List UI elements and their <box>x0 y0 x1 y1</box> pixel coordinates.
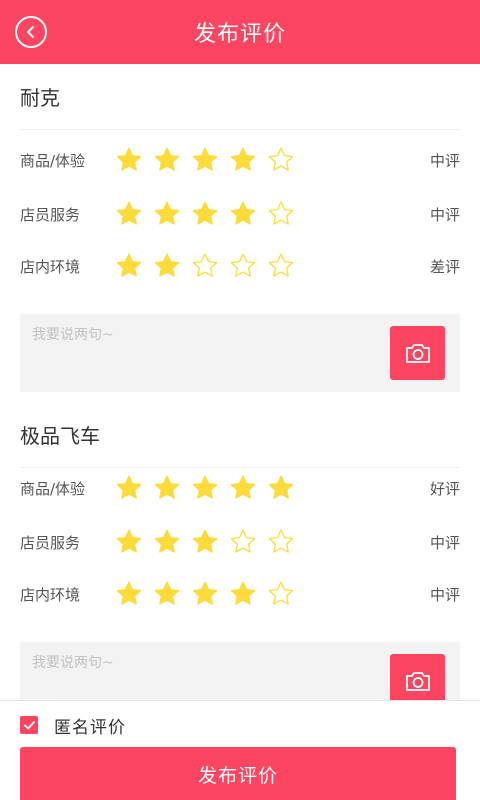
rating-label: 店员服务 <box>20 205 81 224</box>
anonymous-toggle[interactable]: 匿名评价 <box>20 711 126 739</box>
star-filled-icon[interactable] <box>148 527 186 557</box>
add-photo-button[interactable] <box>390 654 445 700</box>
star-outline-icon[interactable] <box>262 251 300 281</box>
star-rating <box>110 579 400 609</box>
rating-row: 店内环境 中评 <box>20 568 460 620</box>
rating-verdict: 中评 <box>429 205 460 224</box>
star-rating <box>110 199 400 229</box>
star-filled-icon[interactable] <box>224 579 262 609</box>
comment-input[interactable] <box>20 642 380 700</box>
rating-label: 店员服务 <box>20 533 81 552</box>
star-filled-icon[interactable] <box>186 527 224 557</box>
star-filled-icon[interactable] <box>186 579 224 609</box>
comment-box <box>20 314 460 392</box>
rating-row: 店员服务 中评 <box>20 188 460 240</box>
anonymous-checkbox[interactable] <box>20 716 38 734</box>
rating-row: 店内环境 差评 <box>20 240 460 292</box>
rating-verdict: 中评 <box>429 151 460 170</box>
page-title: 发布评价 <box>193 22 286 47</box>
shop-name: 极品飞车 <box>20 402 460 468</box>
star-filled-icon[interactable] <box>224 145 262 175</box>
star-outline-icon[interactable] <box>262 145 300 175</box>
camera-icon <box>405 672 430 691</box>
star-filled-icon[interactable] <box>148 199 186 229</box>
review-list: 耐克 商品/体验 中评 店员服务 中评 店内环境 差评 极品飞车 商品/体验 <box>0 64 480 700</box>
shop-name: 耐克 <box>20 64 460 130</box>
footer-bar: 匿名评价 发布评价 <box>0 700 480 800</box>
anonymous-label: 匿名评价 <box>54 717 126 738</box>
comment-input[interactable] <box>20 314 380 392</box>
star-filled-icon[interactable] <box>224 199 262 229</box>
star-outline-icon[interactable] <box>186 251 224 281</box>
rating-row: 店员服务 中评 <box>20 516 460 568</box>
star-outline-icon[interactable] <box>224 527 262 557</box>
add-photo-button[interactable] <box>390 326 445 380</box>
star-filled-icon[interactable] <box>186 199 224 229</box>
star-filled-icon[interactable] <box>186 145 224 175</box>
star-outline-icon[interactable] <box>262 579 300 609</box>
star-filled-icon[interactable] <box>110 251 148 281</box>
star-rating <box>110 251 400 281</box>
star-filled-icon[interactable] <box>186 473 224 503</box>
chevron-left-icon <box>27 26 34 38</box>
star-filled-icon[interactable] <box>110 579 148 609</box>
star-rating <box>110 527 400 557</box>
star-filled-icon[interactable] <box>110 473 148 503</box>
rating-label: 店内环境 <box>20 585 81 604</box>
rating-verdict: 中评 <box>429 533 460 552</box>
star-rating <box>110 473 400 503</box>
star-outline-icon[interactable] <box>262 527 300 557</box>
star-filled-icon[interactable] <box>148 145 186 175</box>
star-outline-icon[interactable] <box>262 199 300 229</box>
camera-icon <box>405 344 430 363</box>
star-outline-icon[interactable] <box>224 251 262 281</box>
rating-row: 商品/体验 好评 <box>20 462 460 514</box>
rating-verdict: 差评 <box>429 257 460 276</box>
rating-verdict: 中评 <box>429 585 460 604</box>
check-icon <box>23 720 35 729</box>
rating-label: 商品/体验 <box>20 479 86 498</box>
rating-verdict: 好评 <box>429 479 460 498</box>
star-filled-icon[interactable] <box>148 251 186 281</box>
star-filled-icon[interactable] <box>148 579 186 609</box>
header-bar: 发布评价 <box>0 0 480 64</box>
star-rating <box>110 145 400 175</box>
rating-label: 商品/体验 <box>20 151 86 170</box>
rating-label: 店内环境 <box>20 257 81 276</box>
star-filled-icon[interactable] <box>224 473 262 503</box>
star-filled-icon[interactable] <box>148 473 186 503</box>
back-button[interactable] <box>15 16 47 48</box>
star-filled-icon[interactable] <box>110 199 148 229</box>
comment-box <box>20 642 460 700</box>
star-filled-icon[interactable] <box>110 527 148 557</box>
star-filled-icon[interactable] <box>262 473 300 503</box>
star-filled-icon[interactable] <box>110 145 148 175</box>
rating-row: 商品/体验 中评 <box>20 134 460 186</box>
submit-review-button[interactable]: 发布评价 <box>20 747 456 800</box>
